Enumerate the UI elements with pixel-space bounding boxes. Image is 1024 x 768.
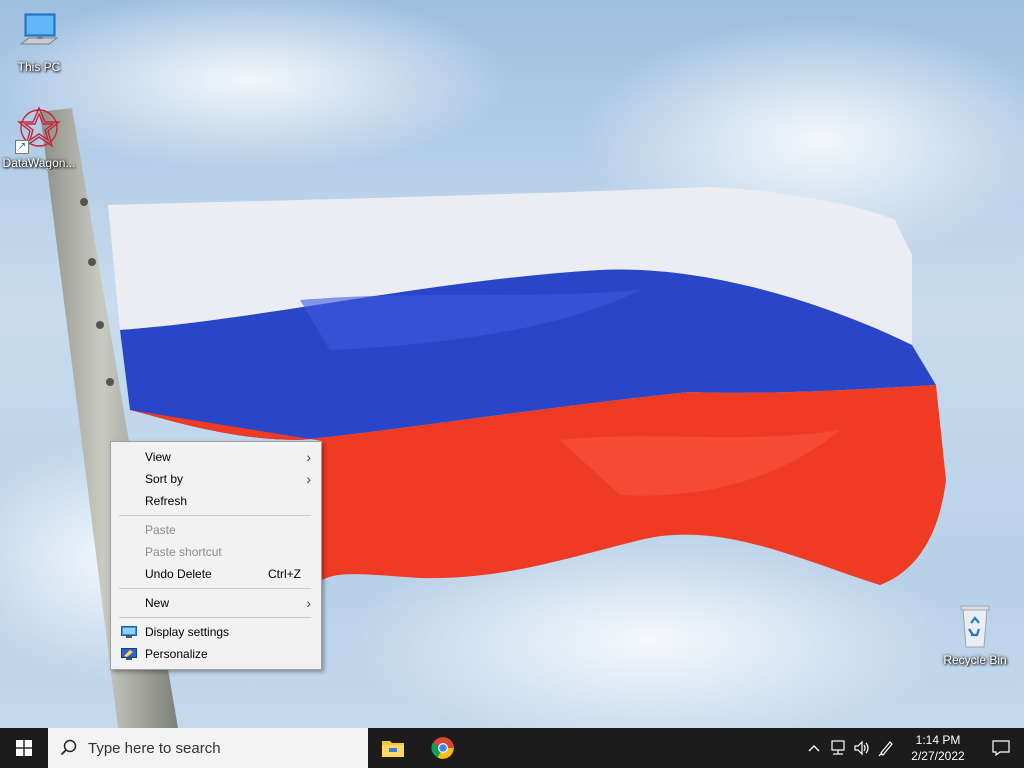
menu-item-shortcut: Ctrl+Z [268,567,301,581]
submenu-arrow-icon: › [306,471,311,487]
taskbar-search-box[interactable]: Type here to search [48,728,368,768]
submenu-arrow-icon: › [306,595,311,611]
volume-icon[interactable] [850,728,874,768]
taskbar-chrome[interactable] [418,728,468,768]
menu-item-view[interactable]: View › [111,446,321,468]
menu-item-label: View [145,450,171,464]
taskbar-clock[interactable]: 1:14 PM 2/27/2022 [898,732,978,764]
menu-item-label: Paste [145,523,176,537]
desktop-icon-datawagon[interactable]: ↗ DataWagon... [1,106,77,170]
network-icon[interactable] [826,728,850,768]
menu-item-label: Display settings [145,625,230,639]
menu-item-undo-delete[interactable]: Undo Delete Ctrl+Z [111,563,321,585]
system-tray: 1:14 PM 2/27/2022 [802,728,1024,768]
computer-icon [15,10,63,58]
search-placeholder: Type here to search [88,739,221,757]
taskbar-file-explorer[interactable] [368,728,418,768]
menu-item-paste-shortcut[interactable]: Paste shortcut [111,541,321,563]
menu-item-display-settings[interactable]: Display settings [111,621,321,643]
desktop-icon-this-pc[interactable]: This PC [1,10,77,74]
menu-separator [119,617,311,618]
action-center-button[interactable] [978,728,1024,768]
menu-separator [119,588,311,589]
desktop-context-menu: View › Sort by › Refresh Paste Paste sho… [110,441,322,670]
display-settings-icon [121,626,137,638]
shortcut-arrow-icon: ↗ [15,140,29,154]
search-icon [60,739,77,756]
menu-item-sort-by[interactable]: Sort by › [111,468,321,490]
pen-icon[interactable] [874,728,898,768]
windows-logo-icon [16,740,32,756]
menu-separator [119,515,311,516]
menu-item-refresh[interactable]: Refresh [111,490,321,512]
menu-item-new[interactable]: New › [111,592,321,614]
file-explorer-icon [382,741,404,757]
notification-icon [992,740,1010,756]
menu-item-label: Personalize [145,647,208,661]
menu-item-label: New [145,596,170,610]
menu-item-label: Paste shortcut [145,545,222,559]
menu-item-paste[interactable]: Paste [111,519,321,541]
start-button[interactable] [0,728,48,768]
taskbar: Type here to search 1:14 PM 2/27/2022 [0,728,1024,768]
clock-time: 1:14 PM [915,733,961,747]
menu-item-label: Undo Delete [145,567,212,581]
submenu-arrow-icon: › [306,449,311,465]
desktop-icon-label: This PC [17,60,61,74]
menu-item-personalize[interactable]: Personalize [111,643,321,665]
desktop-icon-label: Recycle Bin [943,653,1007,667]
datawagon-app-icon: ↗ [15,106,63,154]
chevron-up-icon[interactable] [802,728,826,768]
desktop-icon-label: DataWagon... [2,156,76,170]
clock-date: 2/27/2022 [911,749,965,763]
menu-item-label: Sort by [145,472,184,486]
menu-item-label: Refresh [145,494,188,508]
desktop-icon-recycle-bin[interactable]: Recycle Bin [937,603,1013,667]
recycle-bin-icon [951,603,999,651]
chrome-icon [431,737,454,759]
personalize-icon [121,648,137,660]
